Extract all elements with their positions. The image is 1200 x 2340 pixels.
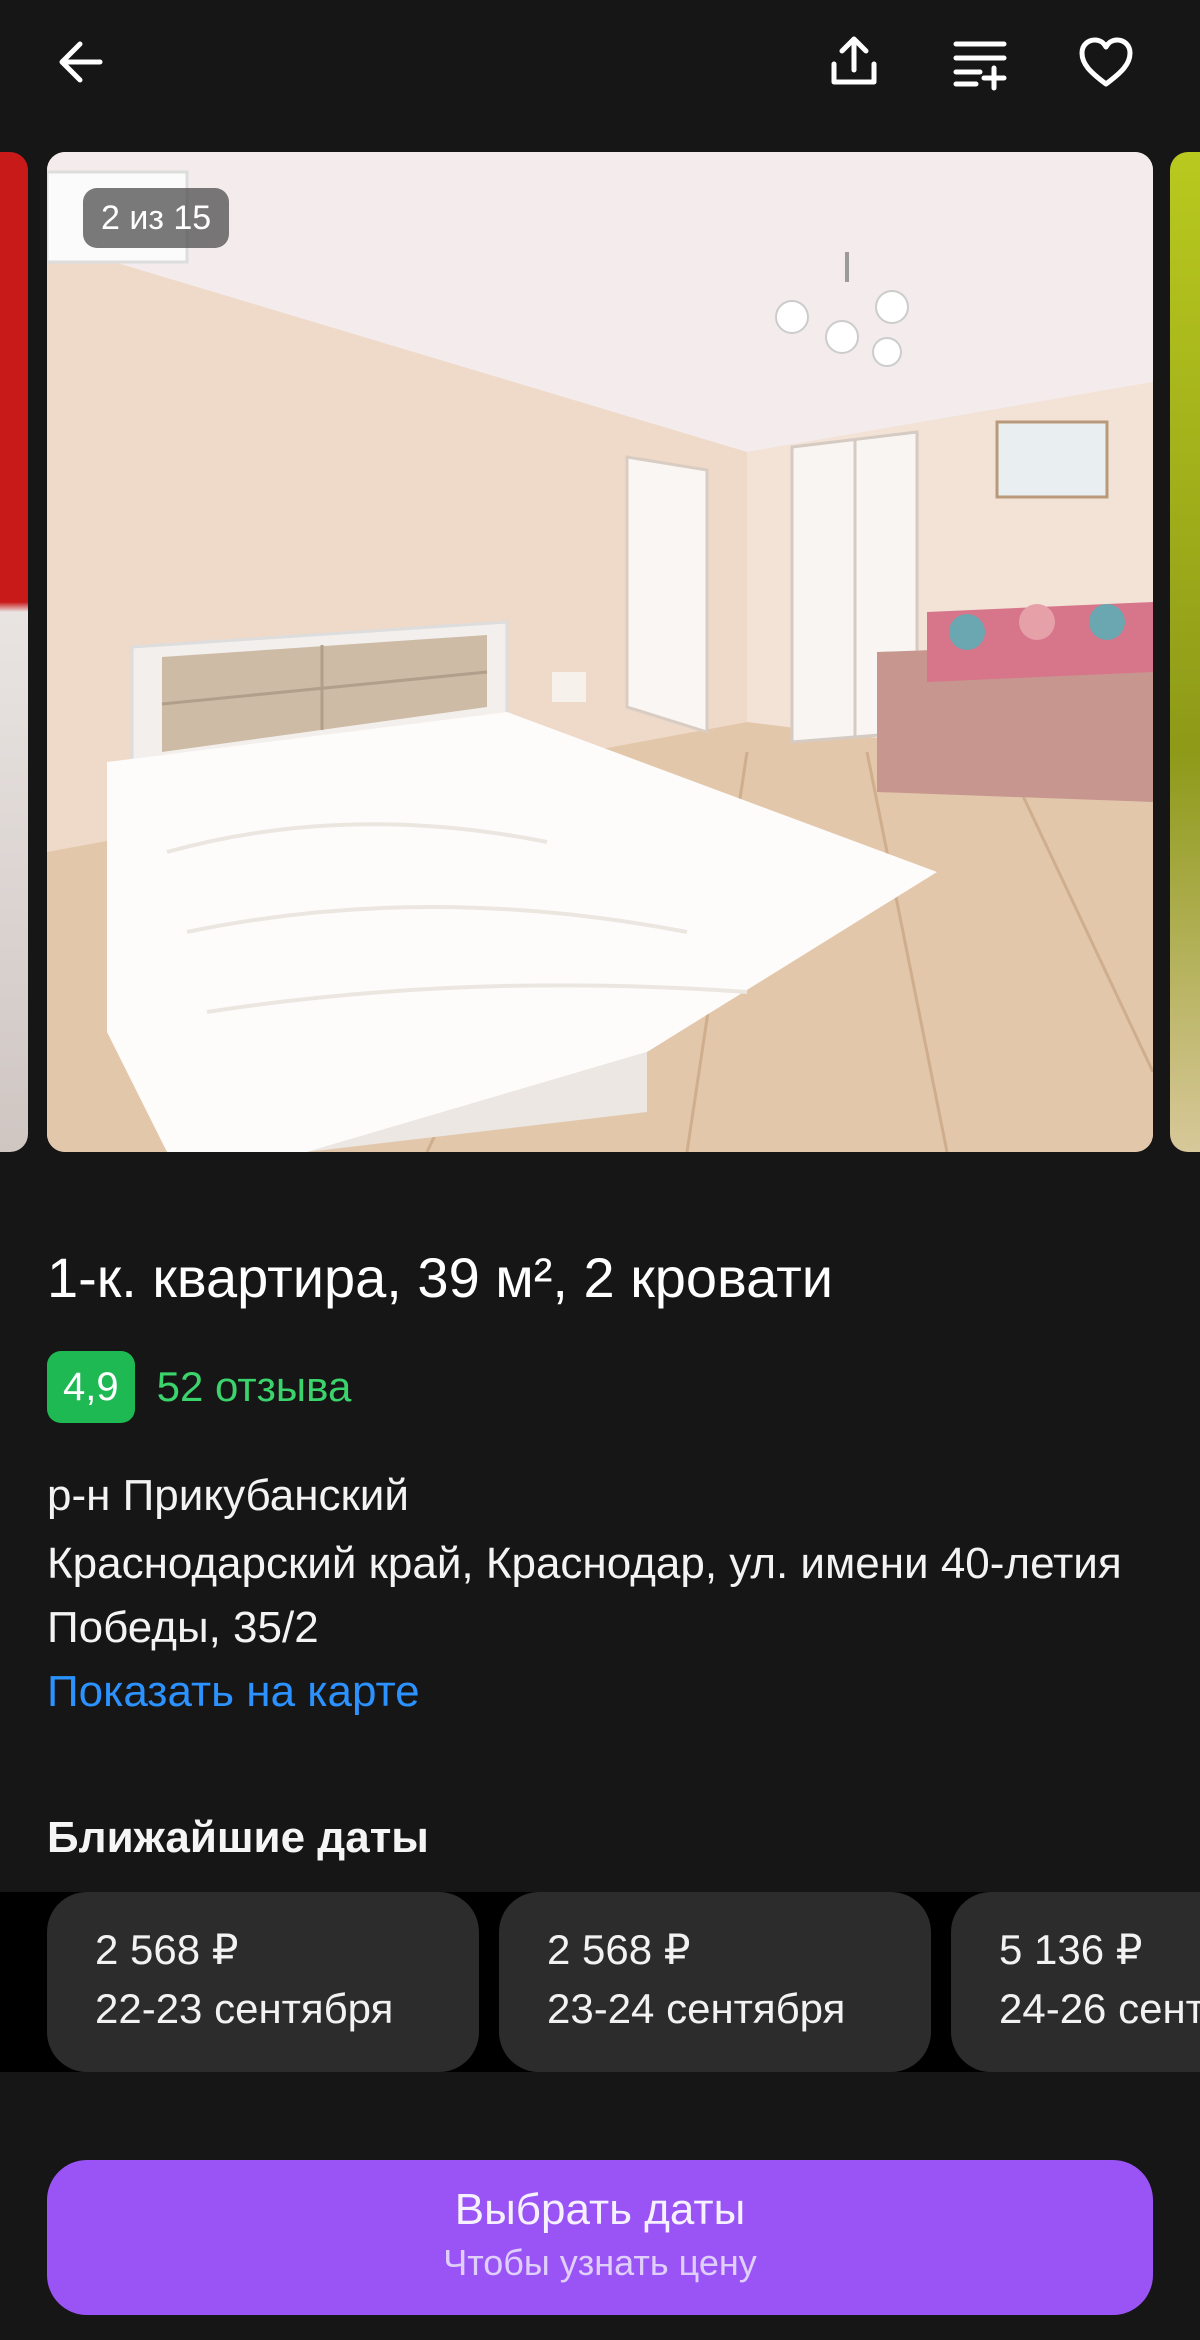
share-button[interactable] <box>814 22 894 102</box>
main-photo[interactable]: 2 из 15 <box>47 152 1153 1152</box>
dates-carousel[interactable]: 2 568 ₽ 22-23 сентября 2 568 ₽ 23-24 сен… <box>0 1892 1200 2072</box>
photo-counter: 2 из 15 <box>83 188 230 248</box>
date-price: 2 568 ₽ <box>95 1926 239 1973</box>
choose-dates-subtitle: Чтобы узнать цену <box>443 2242 757 2283</box>
district-text: р-н Прикубанский <box>47 1471 409 1520</box>
rating-badge: 4,9 <box>47 1351 135 1423</box>
show-on-map-link[interactable]: Показать на карте <box>47 1662 420 1722</box>
photo-gallery[interactable]: 2 из 15 <box>0 152 1200 1152</box>
arrow-left-icon <box>59 41 103 83</box>
listing-title: 1-к. квартира, 39 м², 2 кровати <box>47 1246 833 1309</box>
date-price: 2 568 ₽ <box>547 1926 691 1973</box>
date-range: 24-26 сентября <box>999 1985 1200 2032</box>
nearest-dates-title: Ближайшие даты <box>47 1813 429 1862</box>
date-card[interactable]: 2 568 ₽ 23-24 сентября <box>499 1892 931 2072</box>
reviews-link[interactable]: 52 отзыва <box>157 1363 352 1411</box>
back-button[interactable] <box>42 22 122 102</box>
date-card[interactable]: 5 136 ₽ 24-26 сентября <box>951 1892 1200 2072</box>
list-add-icon <box>953 41 1007 91</box>
top-bar <box>0 0 1200 130</box>
next-photo[interactable] <box>1170 152 1200 1152</box>
share-icon <box>831 36 877 85</box>
bedroom-photo-image <box>47 152 1153 1152</box>
choose-dates-button[interactable]: Выбрать даты Чтобы узнать цену <box>47 2160 1153 2315</box>
heart-outline-icon <box>1079 37 1133 87</box>
compare-button[interactable] <box>940 22 1020 102</box>
address-text: Краснодарский край, Краснодар, ул. имени… <box>47 1539 1122 1652</box>
rating-row: 4,9 52 отзыва <box>47 1350 351 1424</box>
date-range: 22-23 сентября <box>95 1985 394 2032</box>
choose-dates-label: Выбрать даты <box>454 2185 746 2234</box>
previous-photo[interactable] <box>0 152 28 1152</box>
date-price: 5 136 ₽ <box>999 1926 1143 1973</box>
date-card[interactable]: 2 568 ₽ 22-23 сентября <box>47 1892 479 2072</box>
favorite-button[interactable] <box>1066 22 1146 102</box>
date-range: 23-24 сентября <box>547 1985 846 2032</box>
